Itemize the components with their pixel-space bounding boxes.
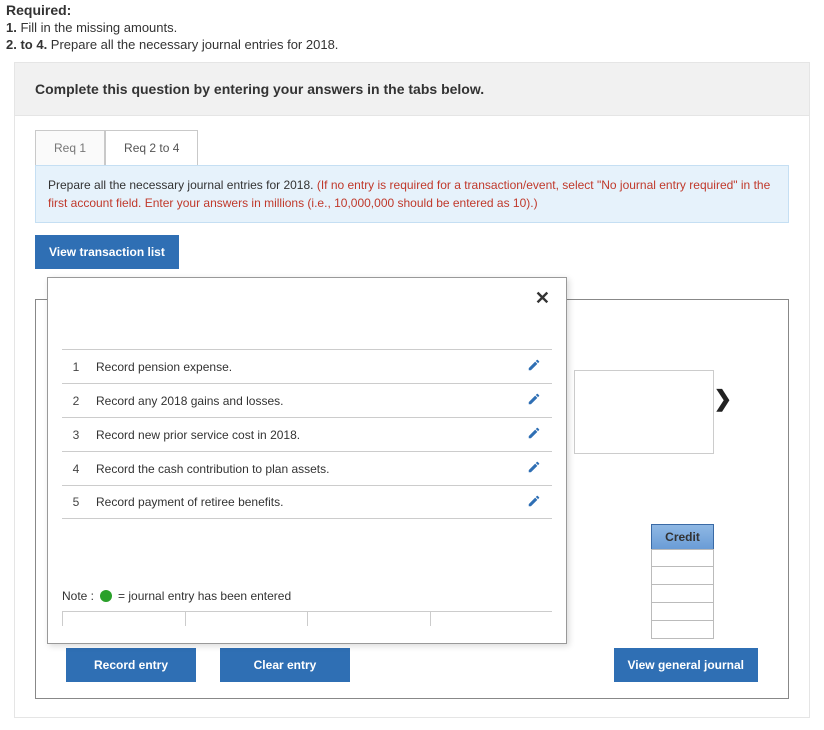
transaction-desc: Record any 2018 gains and losses. xyxy=(90,394,516,408)
credit-header: Credit xyxy=(651,524,714,550)
transaction-desc: Record the cash contribution to plan ass… xyxy=(90,462,516,476)
tab-row: Req 1 Req 2 to 4 xyxy=(15,116,809,165)
credit-cells xyxy=(651,549,714,639)
transaction-desc: Record pension expense. xyxy=(90,360,516,374)
required-block: Required: 1. Fill in the missing amounts… xyxy=(0,0,824,62)
close-icon[interactable]: ✕ xyxy=(535,288,550,308)
req1-num: 1. xyxy=(6,20,17,35)
transaction-row[interactable]: 3 Record new prior service cost in 2018. xyxy=(62,417,552,451)
tab-req2to4[interactable]: Req 2 to 4 xyxy=(105,130,198,165)
workspace: ❯ Credit Record entry Clear entry View g… xyxy=(35,277,789,697)
pencil-icon[interactable] xyxy=(516,426,552,443)
transaction-close-row: ✕ xyxy=(48,278,566,309)
credit-cell[interactable] xyxy=(651,567,714,585)
view-general-journal-button[interactable]: View general journal xyxy=(614,648,758,682)
credit-cell[interactable] xyxy=(651,603,714,621)
transaction-desc: Record payment of retiree benefits. xyxy=(90,495,516,509)
note-text: = journal entry has been entered xyxy=(118,589,291,603)
panel-header: Complete this question by entering your … xyxy=(15,63,809,116)
instruction-note: Prepare all the necessary journal entrie… xyxy=(35,165,789,223)
view-transaction-list-button[interactable]: View transaction list xyxy=(35,235,179,269)
credit-cell[interactable] xyxy=(651,585,714,603)
required-line-1: 1. Fill in the missing amounts. xyxy=(6,20,818,35)
transaction-num: 3 xyxy=(62,428,90,442)
transaction-row[interactable]: 2 Record any 2018 gains and losses. xyxy=(62,383,552,417)
clear-entry-button[interactable]: Clear entry xyxy=(220,648,350,682)
transaction-num: 5 xyxy=(62,495,90,509)
note-main: Prepare all the necessary journal entrie… xyxy=(48,178,317,192)
req1-text: Fill in the missing amounts. xyxy=(17,20,177,35)
entry-buttons-row: Record entry Clear entry View general jo… xyxy=(36,648,788,682)
req2-text: Prepare all the necessary journal entrie… xyxy=(47,37,338,52)
note-prefix: Note : xyxy=(62,589,94,603)
req2-num: 2. to 4. xyxy=(6,37,47,52)
transaction-num: 2 xyxy=(62,394,90,408)
required-title: Required: xyxy=(6,2,818,18)
transaction-list-panel: ✕ 1 Record pension expense. 2 Record any… xyxy=(47,277,567,644)
main-panel: Complete this question by entering your … xyxy=(14,62,810,718)
required-line-2: 2. to 4. Prepare all the necessary journ… xyxy=(6,37,818,52)
journal-entry-table-fragment xyxy=(574,370,714,454)
record-entry-button[interactable]: Record entry xyxy=(66,648,196,682)
next-arrow-icon[interactable]: ❯ xyxy=(714,386,732,412)
entry-note: Note : = journal entry has been entered xyxy=(62,589,552,603)
pencil-icon[interactable] xyxy=(516,460,552,477)
pencil-icon[interactable] xyxy=(516,494,552,511)
transaction-row[interactable]: 4 Record the cash contribution to plan a… xyxy=(62,451,552,485)
transaction-list: 1 Record pension expense. 2 Record any 2… xyxy=(62,349,552,519)
credit-cell[interactable] xyxy=(651,621,714,639)
credit-cell[interactable] xyxy=(651,549,714,567)
transaction-row[interactable]: 1 Record pension expense. xyxy=(62,349,552,383)
transaction-num: 1 xyxy=(62,360,90,374)
pencil-icon[interactable] xyxy=(516,392,552,409)
transaction-num: 4 xyxy=(62,462,90,476)
transaction-row[interactable]: 5 Record payment of retiree benefits. xyxy=(62,485,552,519)
tab-req1[interactable]: Req 1 xyxy=(35,130,105,165)
transaction-footer-grid xyxy=(62,611,552,625)
entered-indicator-icon xyxy=(100,590,112,602)
transaction-desc: Record new prior service cost in 2018. xyxy=(90,428,516,442)
pencil-icon[interactable] xyxy=(516,358,552,375)
